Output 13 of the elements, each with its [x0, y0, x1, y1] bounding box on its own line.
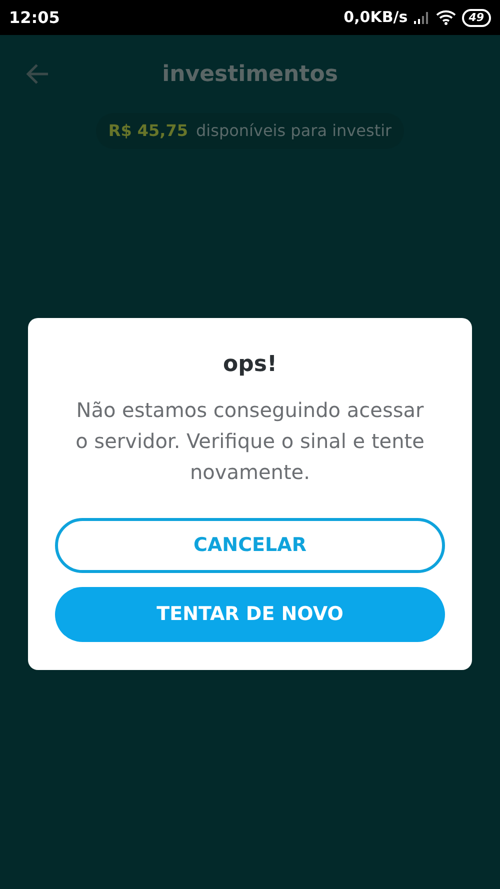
cancel-button[interactable]: CANCELAR — [55, 518, 445, 573]
back-arrow-icon[interactable] — [26, 63, 50, 85]
dialog-title: ops! — [223, 351, 277, 379]
battery-icon: 49 — [462, 8, 491, 26]
retry-button[interactable]: TENTAR DE NOVO — [55, 587, 445, 642]
dialog-message: Não estamos conseguindo acessar o servidor. Verifique o sinal e tente novamente. — [74, 397, 426, 486]
balance-amount: R$ 45,75 — [108, 120, 188, 142]
network-speed: 0,0KB/s — [344, 7, 408, 28]
wifi-icon — [436, 10, 456, 25]
signal-icon — [414, 12, 430, 24]
page-title: investimentos — [161, 60, 339, 88]
balance-label: disponíveis para investir — [196, 120, 392, 142]
status-time: 12:05 — [9, 6, 60, 28]
